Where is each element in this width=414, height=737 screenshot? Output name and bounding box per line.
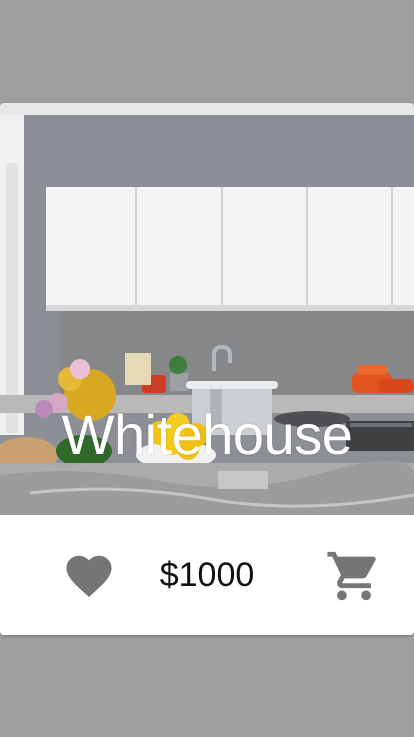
- product-price: $1000: [159, 556, 255, 594]
- product-card[interactable]: Whitehouse $1000: [0, 103, 414, 635]
- add-to-cart-button[interactable]: [325, 547, 383, 605]
- card-actions: $1000: [0, 515, 414, 635]
- product-title: Whitehouse: [61, 403, 353, 466]
- heart-icon: [66, 555, 112, 598]
- favorite-button[interactable]: [62, 549, 116, 603]
- page: Whitehouse $1000: [0, 0, 414, 737]
- product-image: Whitehouse: [0, 103, 414, 515]
- shopping-cart-icon: [327, 551, 376, 601]
